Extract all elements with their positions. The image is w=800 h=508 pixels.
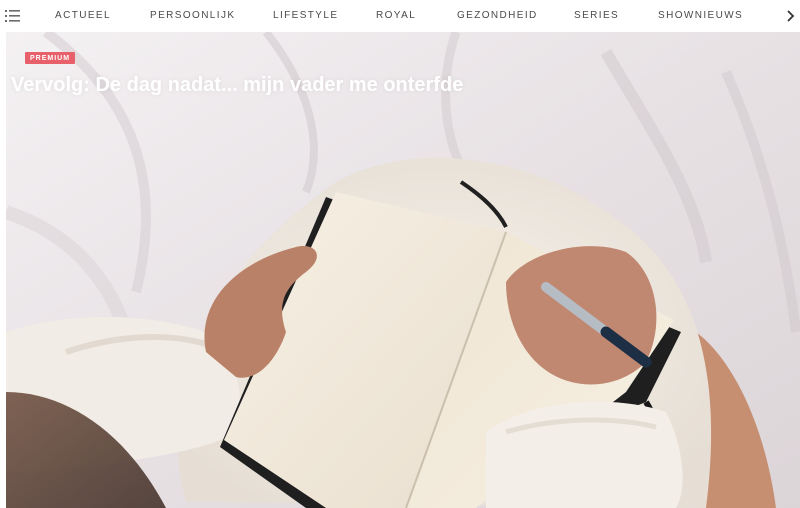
nav-items: ACTUEEL PERSOONLIJK LIFESTYLE ROYAL GEZO… — [0, 0, 800, 32]
nav-item-persoonlijk[interactable]: PERSOONLIJK — [150, 10, 235, 21]
hero-article[interactable]: PREMIUM Vervolg: De dag nadat... mijn va… — [6, 32, 800, 508]
premium-badge: PREMIUM — [25, 52, 76, 64]
hero-image — [6, 32, 800, 508]
nav-item-actueel[interactable]: ACTUEEL — [55, 10, 111, 21]
chevron-right-icon[interactable] — [786, 9, 796, 23]
nav-item-series[interactable]: SERIES — [574, 10, 619, 21]
top-navigation: ACTUEEL PERSOONLIJK LIFESTYLE ROYAL GEZO… — [0, 0, 800, 32]
nav-item-royal[interactable]: ROYAL — [376, 10, 416, 21]
nav-item-gezondheid[interactable]: GEZONDHEID — [457, 10, 538, 21]
nav-item-lifestyle[interactable]: LIFESTYLE — [273, 10, 338, 21]
article-headline[interactable]: Vervolg: De dag nadat... mijn vader me o… — [11, 72, 481, 98]
nav-item-shownieuws[interactable]: SHOWNIEUWS — [658, 10, 743, 21]
